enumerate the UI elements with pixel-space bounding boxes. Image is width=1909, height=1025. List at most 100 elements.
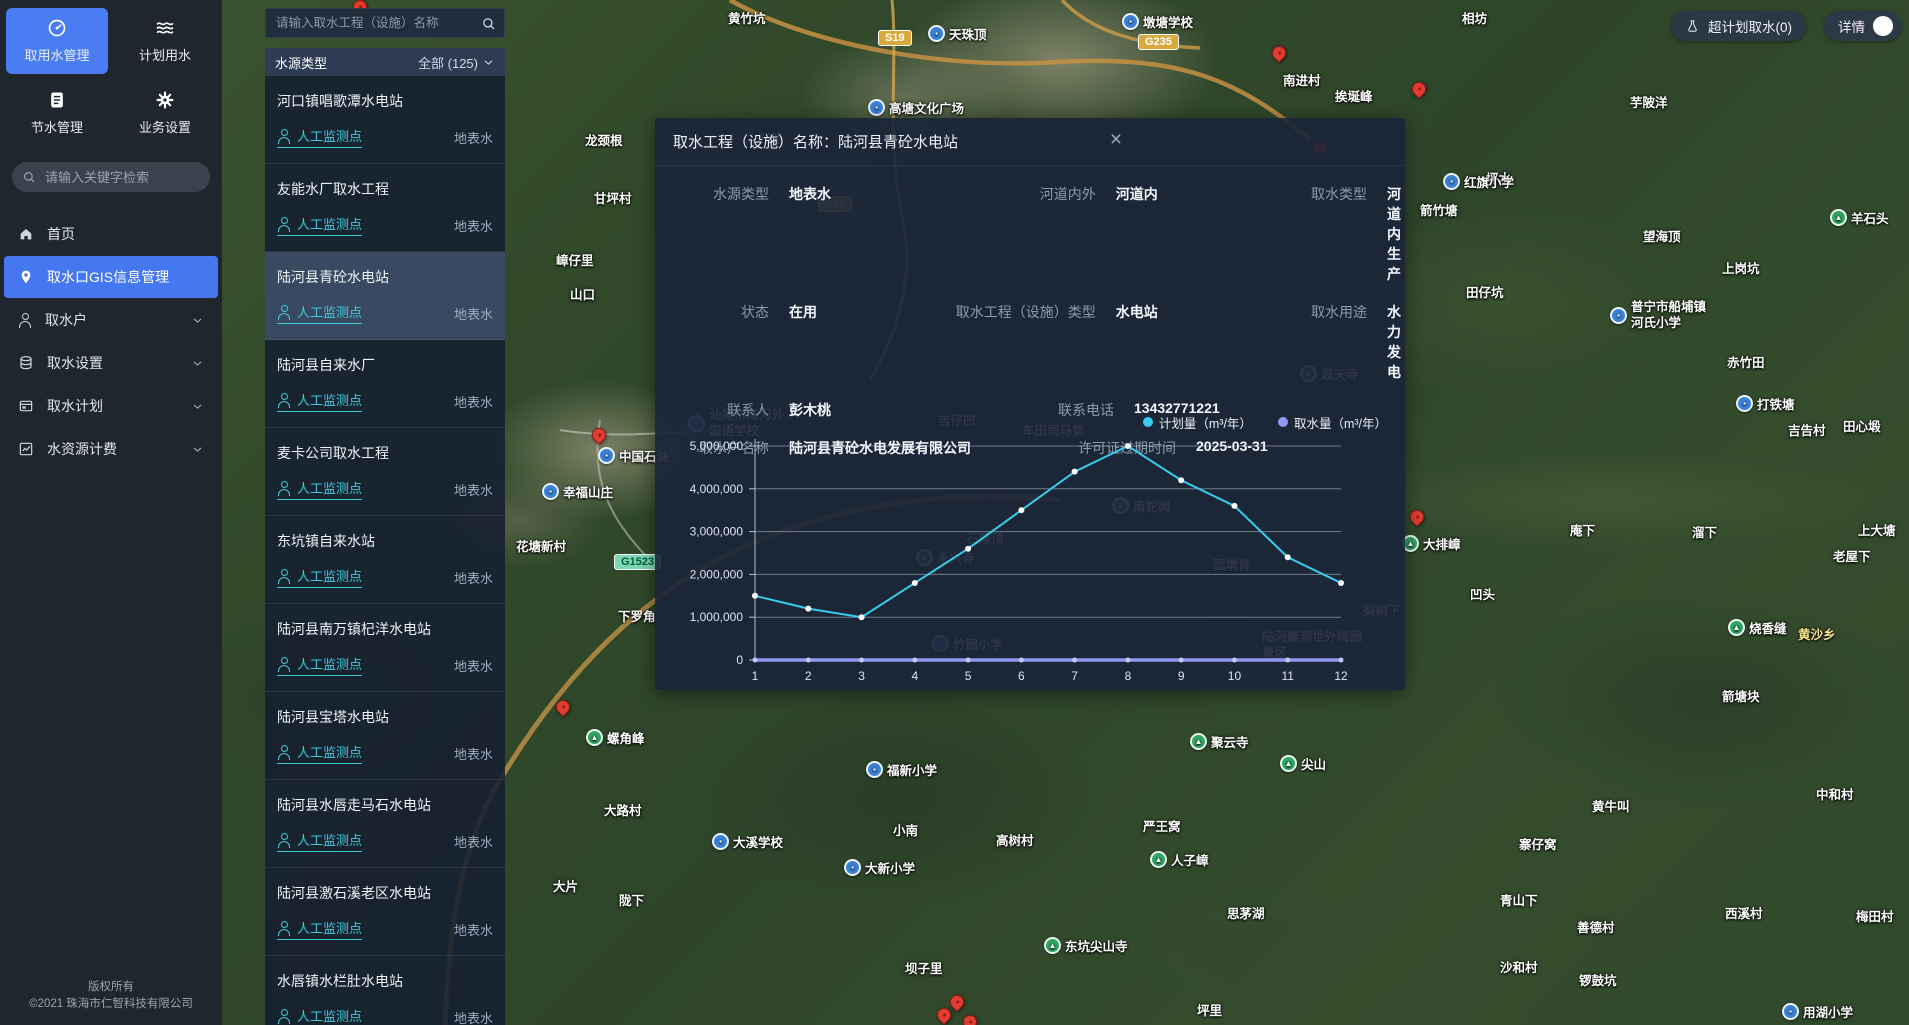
map-poi-nature-icon[interactable]: ▲ bbox=[1044, 937, 1061, 954]
map-label: ▲螺角峰 bbox=[586, 728, 645, 747]
map-pin-red[interactable] bbox=[1409, 79, 1429, 99]
station-list-item[interactable]: 陆河县青砼水电站 人工监测点 地表水 bbox=[265, 252, 505, 340]
map-label: 梅田村 bbox=[1856, 906, 1894, 925]
station-list-item[interactable]: 友能水厂取水工程 人工监测点 地表水 bbox=[265, 164, 505, 252]
app-tile-label: 业务设置 bbox=[139, 117, 191, 136]
monitor-type-label: 人工监测点 bbox=[297, 918, 362, 937]
station-list-item[interactable]: 陆河县水唇走马石水电站 人工监测点 地表水 bbox=[265, 780, 505, 868]
svg-text:8: 8 bbox=[1125, 669, 1132, 683]
map-poi-place-icon[interactable]: ▪ bbox=[1122, 13, 1139, 30]
legend-item-plan[interactable]: 计划量（m³/年） bbox=[1143, 413, 1252, 432]
over-plan-alert-pill[interactable]: 超计划取水(0) bbox=[1671, 11, 1806, 41]
map-poi-place-icon[interactable]: ▪ bbox=[1610, 307, 1627, 324]
station-list-item[interactable]: 东坑镇自来水站 人工监测点 地表水 bbox=[265, 516, 505, 604]
app-tile-planned-water[interactable]: 计划用水 bbox=[114, 8, 216, 74]
detail-toggle-knob[interactable] bbox=[1873, 16, 1893, 36]
map-label: 思茅湖 bbox=[1227, 903, 1265, 922]
filter-dropdown[interactable]: 全部 (125) bbox=[418, 53, 495, 72]
station-search-input[interactable] bbox=[274, 15, 481, 31]
map-poi-place-icon[interactable]: ▪ bbox=[844, 859, 861, 876]
copyright-line2: ©2021 珠海市仁智科技有限公司 bbox=[6, 996, 216, 1013]
map-pin-red[interactable] bbox=[553, 697, 573, 717]
map-poi-place-icon[interactable]: ▪ bbox=[1782, 1003, 1799, 1020]
search-icon[interactable] bbox=[22, 170, 36, 184]
sidebar-item-water-billing[interactable]: 水资源计费 bbox=[4, 428, 218, 470]
station-monitor-link[interactable]: 人工监测点 bbox=[277, 918, 362, 940]
station-list-item[interactable]: 陆河县宝塔水电站 人工监测点 地表水 bbox=[265, 692, 505, 780]
station-list-item[interactable]: 陆河县南万镇杞洋水电站 人工监测点 地表水 bbox=[265, 604, 505, 692]
station-list-item[interactable]: 河口镇唱歌潭水电站 人工监测点 地表水 bbox=[265, 76, 505, 164]
map-poi-nature-icon[interactable]: ▲ bbox=[1830, 209, 1847, 226]
station-monitor-link[interactable]: 人工监测点 bbox=[277, 390, 362, 412]
station-name: 麦卡公司取水工程 bbox=[277, 443, 493, 463]
station-search bbox=[265, 8, 505, 38]
map-label: 西溪村 bbox=[1725, 903, 1763, 922]
app-switcher: 取用水管理 计划用水 节水管理 业务设置 bbox=[0, 0, 222, 150]
map-poi-nature-icon[interactable]: ▲ bbox=[1728, 619, 1745, 636]
filter-value: 全部 (125) bbox=[418, 53, 478, 72]
map-poi-nature-icon[interactable]: ▲ bbox=[586, 729, 603, 746]
map-poi-place-icon[interactable]: ▪ bbox=[598, 447, 615, 464]
map-label: 南进村 bbox=[1283, 70, 1321, 89]
legend-item-actual[interactable]: 取水量（m³/年） bbox=[1278, 413, 1387, 432]
station-monitor-link[interactable]: 人工监测点 bbox=[277, 566, 362, 588]
detail-toggle-pill[interactable]: 详情 bbox=[1824, 11, 1901, 41]
app-tile-water-intake[interactable]: 取用水管理 bbox=[6, 8, 108, 74]
field-label: 取水工程（设施）类型 bbox=[911, 302, 1096, 322]
station-name: 陆河县激石溪老区水电站 bbox=[277, 883, 493, 903]
station-monitor-link[interactable]: 人工监测点 bbox=[277, 214, 362, 236]
map-label: 嶂仔里 bbox=[556, 250, 594, 269]
sidebar-item-intake-plan[interactable]: 取水计划 bbox=[4, 385, 218, 427]
map-label: ▲人子嶂 bbox=[1150, 850, 1209, 869]
station-monitor-link[interactable]: 人工监测点 bbox=[277, 302, 362, 324]
station-name: 陆河县自来水厂 bbox=[277, 355, 493, 375]
station-monitor-link[interactable]: 人工监测点 bbox=[277, 742, 362, 764]
app-tile-water-saving[interactable]: 节水管理 bbox=[6, 80, 108, 146]
search-icon[interactable] bbox=[481, 16, 496, 31]
station-monitor-link[interactable]: 人工监测点 bbox=[277, 126, 362, 148]
map-label: 甘坪村 bbox=[594, 188, 632, 207]
map-poi-nature-icon[interactable]: ▲ bbox=[1150, 851, 1167, 868]
sidebar-item-intake-settings[interactable]: 取水设置 bbox=[4, 342, 218, 384]
legend-label: 取水量（m³/年） bbox=[1294, 413, 1387, 432]
sidebar-item-home[interactable]: 首页 bbox=[4, 213, 218, 255]
map-label: 箭塘块 bbox=[1722, 686, 1760, 705]
svg-text:0: 0 bbox=[736, 653, 743, 667]
station-list-item[interactable]: 陆河县自来水厂 人工监测点 地表水 bbox=[265, 340, 505, 428]
map-poi-place-icon[interactable]: ▪ bbox=[866, 761, 883, 778]
map-pin-red[interactable] bbox=[934, 1005, 954, 1025]
station-list-item[interactable]: 麦卡公司取水工程 人工监测点 地表水 bbox=[265, 428, 505, 516]
map-poi-nature-icon[interactable]: ▲ bbox=[1190, 733, 1207, 750]
station-monitor-link[interactable]: 人工监测点 bbox=[277, 654, 362, 676]
map-pin-red[interactable] bbox=[589, 425, 609, 445]
station-list-item[interactable]: 陆河县激石溪老区水电站 人工监测点 地表水 bbox=[265, 868, 505, 956]
map-pin-red[interactable] bbox=[1407, 507, 1427, 527]
station-list-item[interactable]: 水唇镇水栏肚水电站 人工监测点 地表水 bbox=[265, 956, 505, 1025]
dialog-title: 取水工程（设施）名称：陆河县青砼水电站 bbox=[655, 118, 1405, 166]
map-poi-place-icon[interactable]: ▪ bbox=[1443, 173, 1460, 190]
station-source-type: 地表水 bbox=[454, 656, 493, 675]
station-monitor-link[interactable]: 人工监测点 bbox=[277, 1006, 362, 1025]
map-label: ▪普宁市船埔镇河氏小学 bbox=[1610, 300, 1714, 331]
map-poi-place-icon[interactable]: ▪ bbox=[928, 25, 945, 42]
close-icon[interactable]: × bbox=[1103, 127, 1129, 153]
map-poi-nature-icon[interactable]: ▲ bbox=[1280, 755, 1297, 772]
person-icon bbox=[277, 481, 291, 495]
map-label: ▪福新小学 bbox=[866, 760, 937, 779]
map-poi-place-icon[interactable]: ▪ bbox=[868, 99, 885, 116]
sidebar-item-water-users[interactable]: 取水户 bbox=[4, 299, 218, 341]
dialog-field-row: 水源类型地表水 河道内外河道内 取水类型河道内生产 bbox=[655, 184, 1405, 284]
map-poi-place-icon[interactable]: ▪ bbox=[712, 833, 729, 850]
sidebar-search-input[interactable] bbox=[43, 169, 223, 186]
map-poi-place-icon[interactable]: ▪ bbox=[1736, 395, 1753, 412]
sidebar-item-gis-management[interactable]: 取水口GIS信息管理 bbox=[4, 256, 218, 298]
station-monitor-link[interactable]: 人工监测点 bbox=[277, 478, 362, 500]
station-name: 友能水厂取水工程 bbox=[277, 179, 493, 199]
map-pin-red[interactable] bbox=[1269, 43, 1289, 63]
station-monitor-link[interactable]: 人工监测点 bbox=[277, 830, 362, 852]
map-poi-place-icon[interactable]: ▪ bbox=[542, 483, 559, 500]
map-pin-red[interactable] bbox=[947, 992, 967, 1012]
app-tile-business-settings[interactable]: 业务设置 bbox=[114, 80, 216, 146]
map-label: 寨仔窝 bbox=[1519, 834, 1557, 853]
map-pin-red[interactable] bbox=[960, 1012, 980, 1025]
